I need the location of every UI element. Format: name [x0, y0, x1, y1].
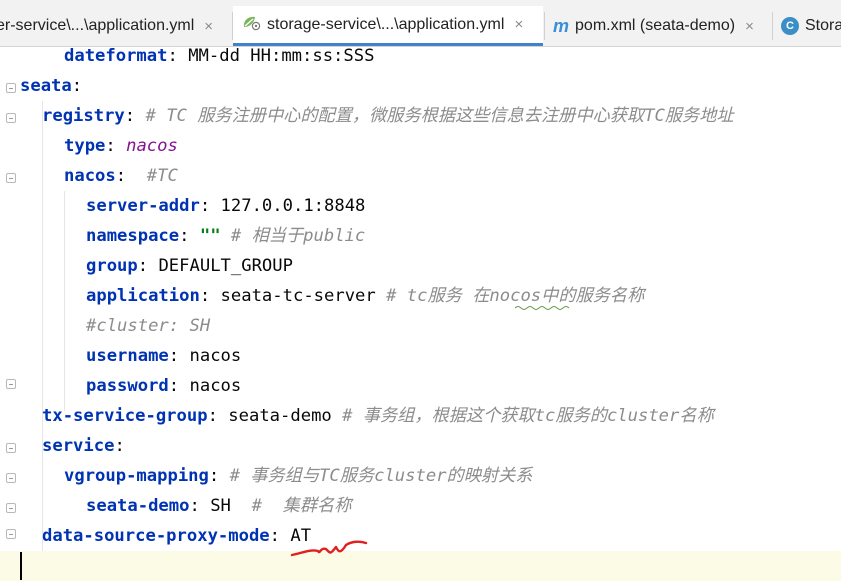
yaml-key: registry: [42, 106, 125, 126]
tab-pom-xml[interactable]: m pom.xml (seata-demo) ×: [545, 6, 771, 46]
yaml-comment: # 相当于public: [220, 226, 366, 246]
yaml-value: "": [199, 226, 221, 246]
code-line-dateformat: dateformat: MM-dd HH:mm:ss:SSS: [64, 41, 374, 71]
indent-guide: [64, 191, 65, 411]
yaml-separator: :: [207, 406, 229, 426]
close-icon[interactable]: ×: [514, 16, 523, 33]
yaml-separator: :: [105, 136, 127, 156]
yaml-comment: # tc服务 在nocos中的服务名称: [375, 286, 645, 306]
yaml-separator: :: [199, 286, 221, 306]
indent-guide: [42, 101, 43, 561]
code-line-cluster-comment: #cluster: SH: [86, 311, 210, 341]
yaml-separator: :: [208, 466, 230, 486]
yaml-value: MM-dd HH:mm:ss:SSS: [188, 46, 375, 66]
tab-storage-class[interactable]: C Stora: [773, 6, 841, 46]
fold-marker-icon[interactable]: [6, 113, 16, 123]
fold-end-marker-icon[interactable]: [6, 529, 16, 539]
code-line-data-source-proxy-mode: data-source-proxy-mode: AT: [42, 521, 311, 551]
yaml-key: application: [86, 286, 200, 306]
tab-label: Stora: [805, 17, 841, 34]
tab-storage-service-application-yml[interactable]: storage-service\...\application.yml ×: [233, 6, 543, 46]
yaml-key: group: [86, 256, 138, 276]
code-line-group: group: DEFAULT_GROUP: [86, 251, 293, 281]
fold-end-marker-icon[interactable]: [6, 379, 16, 389]
yaml-key: server-addr: [86, 196, 200, 216]
fold-marker-icon[interactable]: [6, 173, 16, 183]
code-line-seata-demo: seata-demo: SH # 集群名称: [86, 491, 351, 521]
yaml-separator: :: [189, 496, 211, 516]
yaml-key: seata: [20, 76, 72, 96]
fold-marker-icon[interactable]: [6, 473, 16, 483]
class-icon: C: [781, 17, 799, 35]
yaml-key: dateformat: [64, 46, 168, 66]
code-line-server-addr: server-addr: 127.0.0.1:8848: [86, 191, 365, 221]
yaml-separator: :: [114, 436, 125, 456]
yaml-key: password: [86, 376, 169, 396]
yaml-separator: :: [137, 256, 159, 276]
spellcheck-underline: [515, 306, 570, 310]
yaml-separator: :: [115, 166, 147, 186]
code-line-seata: seata:: [20, 71, 82, 101]
code-line-namespace: namespace: "" # 相当于public: [86, 221, 365, 251]
code-line-username: username: nacos: [86, 341, 241, 371]
yaml-value: seata-demo: [228, 406, 332, 426]
editor-tab-bar: er-service\...\application.yml × storage…: [0, 0, 841, 47]
yaml-key: service: [42, 436, 115, 456]
yaml-value: nacos: [126, 136, 178, 156]
close-icon[interactable]: ×: [745, 18, 754, 35]
text-caret: [20, 552, 22, 580]
yaml-comment: # TC 服务注册中心的配置，微服务根据这些信息去注册中心获取TC服务地址: [145, 106, 734, 126]
yaml-value: DEFAULT_GROUP: [158, 256, 293, 276]
close-icon[interactable]: ×: [204, 18, 213, 35]
yaml-key: username: [86, 346, 169, 366]
code-editor[interactable]: dateformat: MM-dd HH:mm:ss:SSS seata: re…: [0, 46, 841, 588]
yaml-separator: :: [168, 346, 190, 366]
tab-label: pom.xml (seata-demo): [575, 17, 736, 34]
code-line-tx-service-group: tx-service-group: seata-demo # 事务组，根据这个获…: [42, 401, 714, 431]
yaml-key: seata-demo: [86, 496, 190, 516]
yaml-value: nacos: [189, 376, 242, 396]
code-line-vgroup-mapping: vgroup-mapping: # 事务组与TC服务cluster的映射关系: [64, 461, 532, 491]
code-line-type: type: nacos: [64, 131, 178, 161]
maven-icon: m: [553, 15, 570, 36]
yaml-comment: #TC: [146, 166, 178, 186]
fold-end-marker-icon[interactable]: [6, 503, 16, 513]
code-line-registry: registry: # TC 服务注册中心的配置，微服务根据这些信息去注册中心获…: [42, 101, 734, 131]
fold-marker-icon[interactable]: [6, 83, 16, 93]
yaml-comment: #cluster: SH: [86, 316, 211, 336]
yaml-key: namespace: [86, 226, 180, 246]
yaml-comment: # 事务组，根据这个获取tc服务的cluster名称: [331, 406, 714, 426]
yaml-separator: :: [124, 106, 146, 126]
tab-user-service-application-yml[interactable]: er-service\...\application.yml ×: [0, 6, 230, 46]
yaml-separator: :: [199, 196, 221, 216]
yaml-value: SH: [210, 496, 231, 516]
yaml-key: type: [64, 136, 106, 156]
tab-label: er-service\...\application.yml: [0, 17, 195, 34]
code-line-password: password: nacos: [86, 371, 241, 401]
yaml-key: data-source-proxy-mode: [42, 526, 270, 546]
fold-marker-icon[interactable]: [6, 443, 16, 453]
red-annotation-mark: [290, 540, 368, 557]
yaml-file-icon: [241, 13, 261, 36]
yaml-separator: :: [71, 76, 83, 96]
yaml-separator: :: [168, 376, 190, 396]
yaml-value: nacos: [189, 346, 242, 366]
yaml-comment: # 集群名称: [230, 496, 352, 516]
tab-label: storage-service\...\application.yml: [267, 15, 505, 33]
yaml-separator: :: [179, 226, 200, 246]
current-line-highlight: [0, 551, 841, 581]
yaml-key: tx-service-group: [42, 406, 208, 426]
yaml-key: nacos: [64, 166, 116, 186]
yaml-separator: :: [167, 46, 189, 66]
yaml-value: seata-tc-server: [220, 286, 376, 306]
code-line-nacos: nacos: #TC: [64, 161, 178, 191]
yaml-value: 127.0.0.1:8848: [220, 196, 366, 216]
yaml-separator: :: [269, 526, 291, 546]
yaml-key: vgroup-mapping: [64, 466, 209, 486]
yaml-comment: # 事务组与TC服务cluster的映射关系: [229, 466, 533, 486]
code-line-service: service:: [42, 431, 125, 461]
